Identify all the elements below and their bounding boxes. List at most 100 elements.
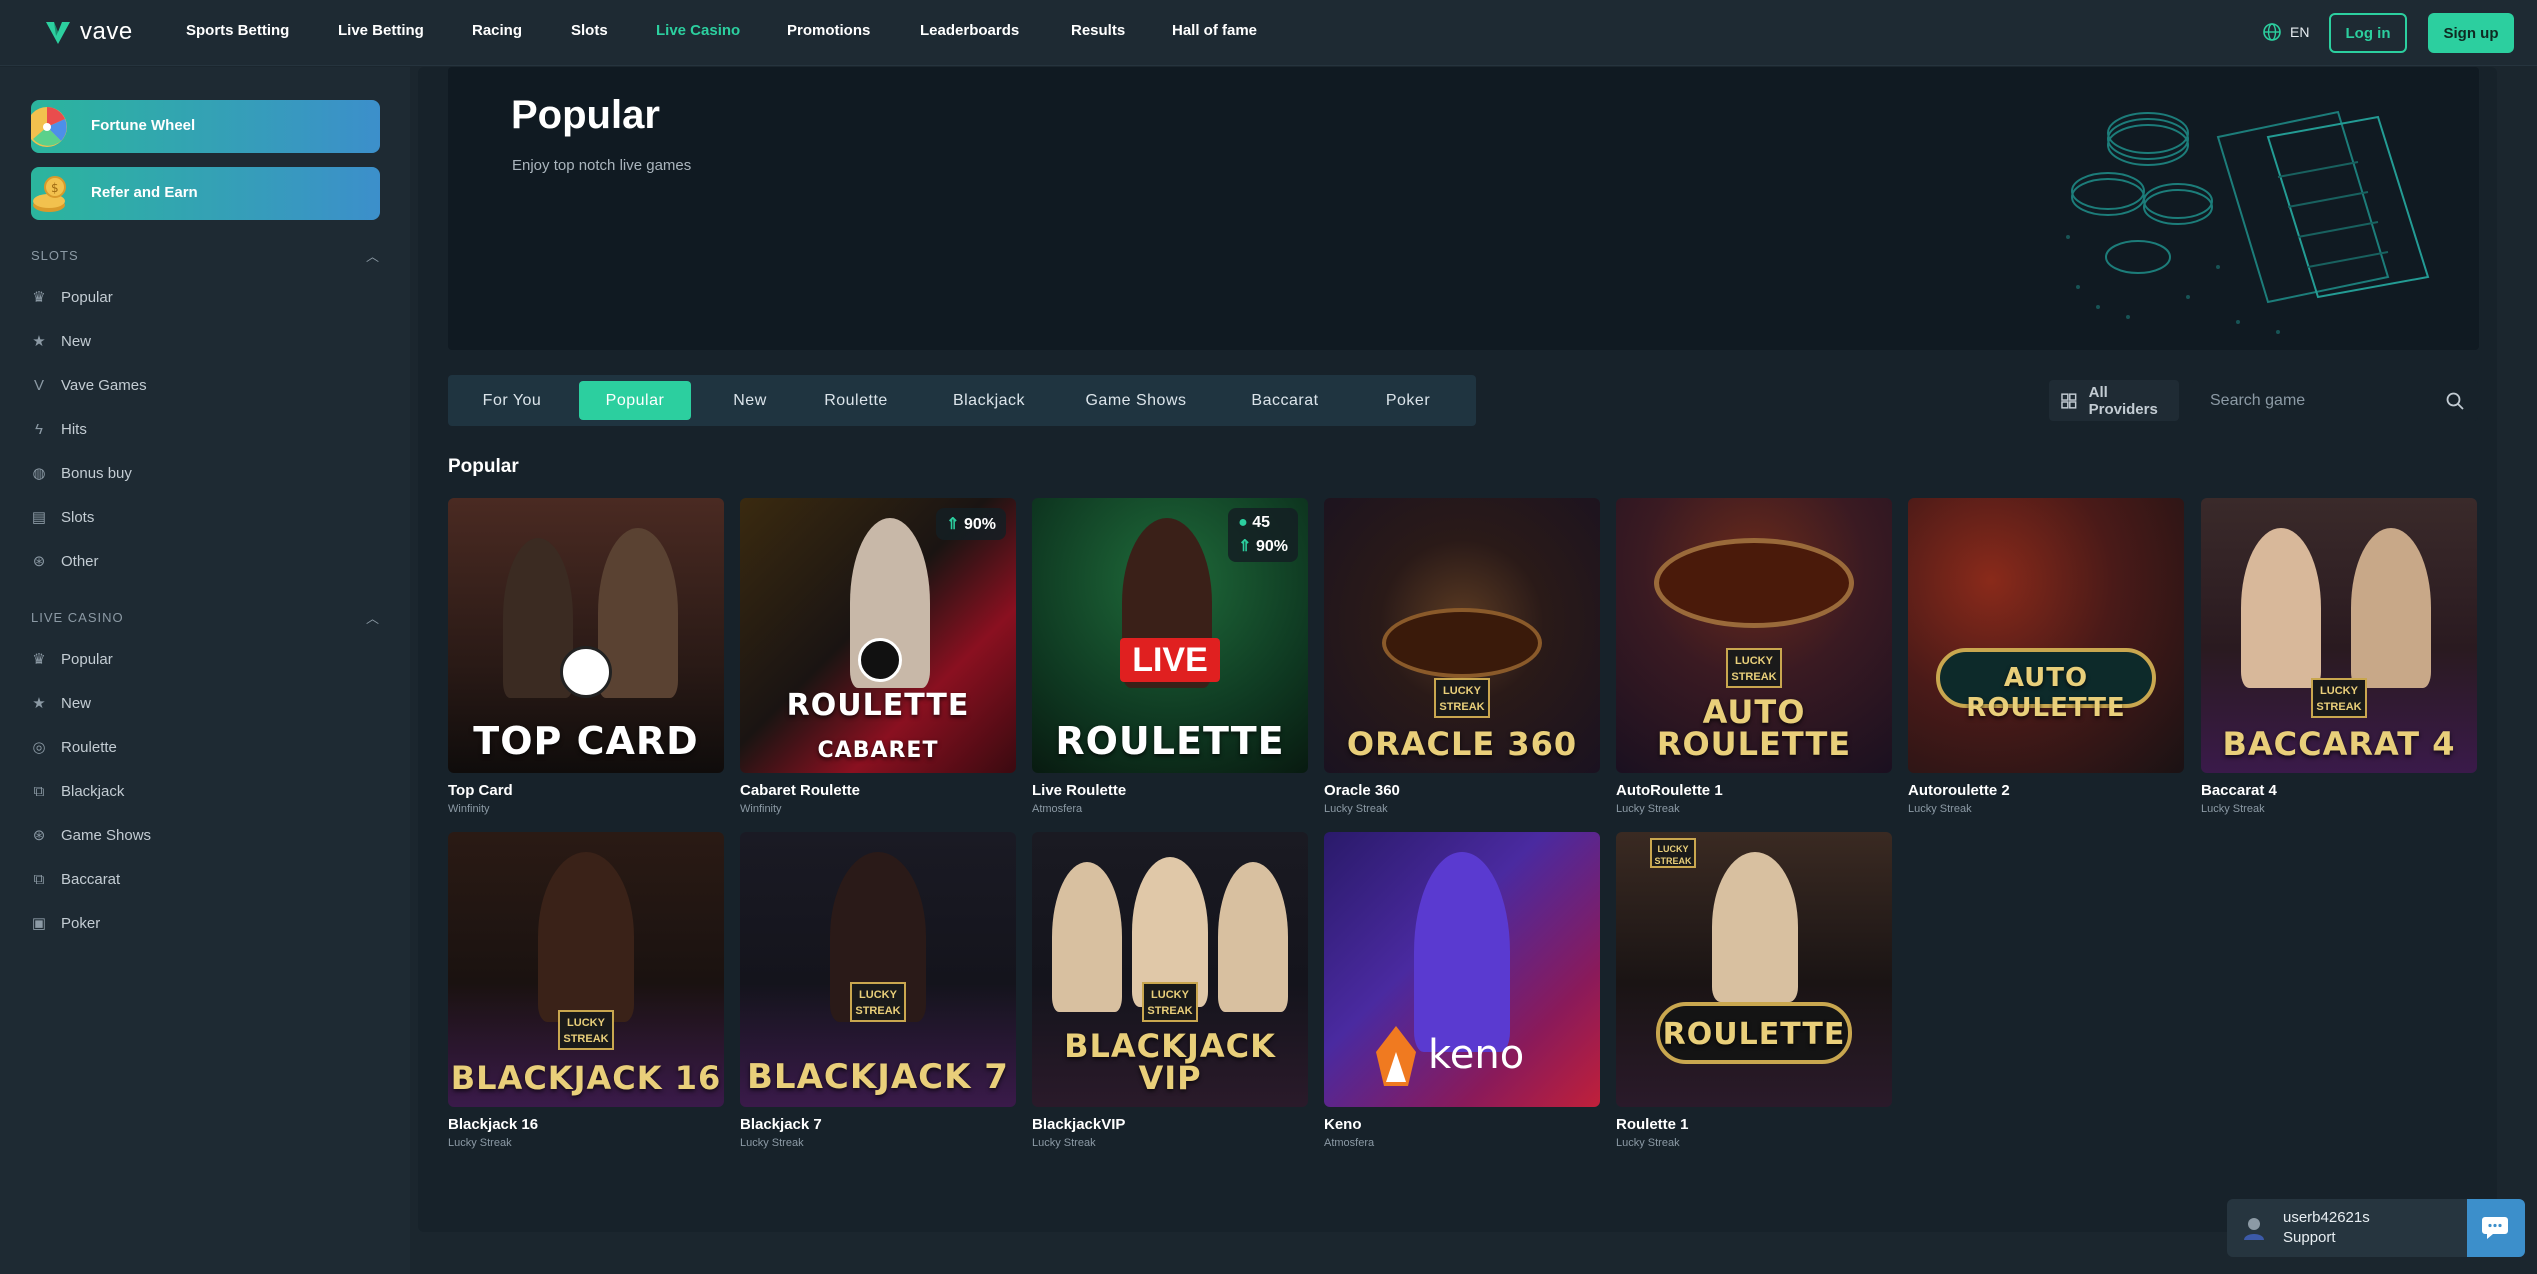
game-title: BlackjackVIP (1032, 1116, 1126, 1133)
signup-button[interactable]: Sign up (2428, 13, 2514, 53)
dealer-figure (1052, 862, 1122, 1012)
sidebar-slots-bonus-buy[interactable]: ◍ Bonus buy (31, 461, 131, 485)
sidebar-item-label: Poker (61, 914, 101, 932)
sidebar-item-label: Vave Games (61, 376, 147, 394)
star-icon: ★ (32, 333, 46, 350)
support-agent-icon (2244, 1218, 2264, 1240)
players-rtp-badge: ● 45 ⇑ 90% (1228, 508, 1298, 562)
all-providers-button[interactable]: All Providers (2049, 380, 2179, 421)
game-art-title: ORACLE 360 (1346, 725, 1578, 763)
tab-popular[interactable]: Popular (579, 381, 691, 420)
game-card-blackjack-7[interactable]: LUCKY STREAK BLACKJACK 7 Blackjack 7 Luc… (740, 832, 1016, 1149)
hero-banner: Popular Enjoy top notch live games (448, 67, 2479, 350)
game-card-blackjack-vip[interactable]: LUCKY STREAK BLACKJACK VIP BlackjackVIP … (1032, 832, 1308, 1149)
game-card-keno[interactable]: keno Keno Atmosfera (1324, 832, 1600, 1149)
language-selector[interactable]: EN (2262, 22, 2309, 42)
game-provider: Lucky Streak (1908, 803, 1972, 815)
support-widget[interactable]: userb42621s Support (2227, 1199, 2525, 1257)
sidebar-live-popular[interactable]: ♛ Popular (31, 647, 112, 671)
sidebar-live-blackjack[interactable]: ⧉ Blackjack (31, 779, 125, 803)
nav-slots[interactable]: Slots (571, 22, 608, 39)
fortune-wheel-button[interactable]: Fortune Wheel (31, 100, 380, 153)
section-title: Popular (448, 456, 519, 477)
nav-sports-betting[interactable]: Sports Betting (186, 22, 289, 39)
tab-blackjack[interactable]: Blackjack (928, 381, 1050, 420)
game-card-blackjack-16[interactable]: LUCKY STREAK BLACKJACK 16 Blackjack 16 L… (448, 832, 724, 1149)
nav-hall-of-fame[interactable]: Hall of fame (1172, 22, 1257, 39)
tab-baccarat[interactable]: Baccarat (1225, 381, 1345, 420)
nav-promotions[interactable]: Promotions (787, 22, 870, 39)
game-provider: Lucky Streak (1616, 1137, 1680, 1149)
game-thumbnail: ⇑ 90% ROULETTE CABARET (740, 498, 1016, 773)
sidebar-item-label: Blackjack (61, 782, 125, 800)
lucky-streak-logo: LUCKY STREAK (1650, 838, 1696, 868)
sidebar-item-label: New (61, 332, 92, 350)
nav-live-betting[interactable]: Live Betting (338, 22, 424, 39)
sidebar-item-label: Roulette (61, 738, 117, 756)
refer-and-earn-button[interactable]: $ Refer and Earn (31, 167, 380, 220)
tab-game-shows[interactable]: Game Shows (1062, 381, 1210, 420)
dealer-figure (1218, 862, 1288, 1012)
chat-button[interactable] (2467, 1199, 2525, 1257)
vave-logo-icon (46, 22, 70, 44)
sidebar-slots-other[interactable]: ⊛ Other (31, 549, 99, 573)
game-provider: Atmosfera (1324, 1137, 1375, 1149)
game-card-oracle-360[interactable]: LUCKY STREAK ORACLE 360 Oracle 360 Lucky… (1324, 498, 1600, 815)
search-icon[interactable] (2446, 392, 2464, 410)
dealer-figure (2351, 528, 2431, 688)
game-card-autoroulette-2[interactable]: AUTO ROULETTE Autoroulette 2 Lucky Strea… (1908, 498, 2184, 815)
sidebar-live-roulette[interactable]: ◎ Roulette (31, 735, 117, 759)
search-input[interactable] (2192, 391, 2432, 410)
nav-racing[interactable]: Racing (472, 22, 522, 39)
game-provider: Lucky Streak (448, 1137, 512, 1149)
sidebar-live-new[interactable]: ★ New (31, 691, 91, 715)
game-thumbnail: LUCKY STREAK BACCARAT 4 (2201, 498, 2477, 773)
tab-for-you[interactable]: For You (460, 381, 564, 420)
sidebar-slots-vave-games[interactable]: V Vave Games (31, 373, 147, 397)
game-card-roulette-1[interactable]: LUCKY STREAK ROULETTE Roulette 1 Lucky S… (1616, 832, 1892, 1149)
search-box (2192, 380, 2478, 421)
sidebar-slots-slots[interactable]: ▤ Slots (31, 505, 94, 529)
sidebar-slots-popular[interactable]: ♛ Popular (31, 285, 112, 309)
game-card-autoroulette-1[interactable]: LUCKY STREAK AUTO ROULETTE AutoRoulette … (1616, 498, 1892, 815)
game-thumbnail: ● 45 ⇑ 90% LIVE ROULETTE (1032, 498, 1308, 773)
game-card-top-card[interactable]: TOP CARD Top Card Winfinity (448, 498, 724, 815)
tab-new[interactable]: New (706, 381, 794, 420)
sidebar-live-baccarat[interactable]: ⧉ Baccarat (31, 867, 121, 891)
vave-logo[interactable]: vave (44, 18, 133, 46)
game-art-title: BACCARAT 4 (2222, 725, 2456, 763)
sidebar-slots-hits[interactable]: ϟ Hits (31, 417, 87, 441)
game-card-live-roulette[interactable]: ● 45 ⇑ 90% LIVE ROULETTE Live Roulette A… (1032, 498, 1308, 815)
game-thumbnail: LUCKY STREAK BLACKJACK VIP (1032, 832, 1308, 1107)
live-casino-section-header[interactable]: LIVE CASINO ︿ (31, 607, 380, 627)
game-card-baccarat-4[interactable]: LUCKY STREAK BACCARAT 4 Baccarat 4 Lucky… (2201, 498, 2477, 815)
tab-poker[interactable]: Poker (1356, 381, 1460, 420)
game-title: Cabaret Roulette (740, 782, 861, 799)
slots-section-header[interactable]: SLOTS ︿ (31, 245, 380, 265)
lucky-streak-logo: LUCKY STREAK (558, 1010, 614, 1050)
game-provider: Atmosfera (1032, 803, 1083, 815)
nav-live-casino[interactable]: Live Casino (656, 22, 740, 39)
tab-roulette[interactable]: Roulette (803, 381, 909, 420)
game-card-cabaret-roulette[interactable]: ⇑ 90% ROULETTE CABARET Cabaret Roulette … (740, 498, 1016, 815)
sidebar: Fortune Wheel $ Refer and Earn SLOTS ︿ ♛… (0, 67, 410, 1274)
cards-icon: ⧉ (33, 870, 45, 888)
page-subtitle: Enjoy top notch live games (512, 157, 692, 174)
nav-leaderboards[interactable]: Leaderboards (920, 22, 1019, 39)
nav-results[interactable]: Results (1071, 22, 1125, 39)
category-tabs: For You Popular New Roulette Blackjack G… (448, 375, 1476, 426)
chat-bubble-icon (2482, 1217, 2508, 1239)
login-button[interactable]: Log in (2329, 13, 2407, 53)
game-art-subtitle: CABARET (817, 738, 939, 763)
sidebar-slots-new[interactable]: ★ New (31, 329, 91, 353)
sidebar-live-game-shows[interactable]: ⊛ Game Shows (31, 823, 151, 847)
game-provider: Lucky Streak (1032, 1137, 1096, 1149)
game-art-title: ROULETTE (1055, 719, 1285, 763)
game-provider: Lucky Streak (1616, 803, 1680, 815)
slots-section-title: SLOTS (31, 247, 79, 263)
game-provider: Lucky Streak (2201, 803, 2265, 815)
game-provider: Lucky Streak (740, 1137, 804, 1149)
game-title: AutoRoulette 1 (1616, 782, 1723, 799)
game-art-title: BLACKJACK 16 (450, 1059, 722, 1097)
sidebar-live-poker[interactable]: ▣ Poker (31, 911, 100, 935)
